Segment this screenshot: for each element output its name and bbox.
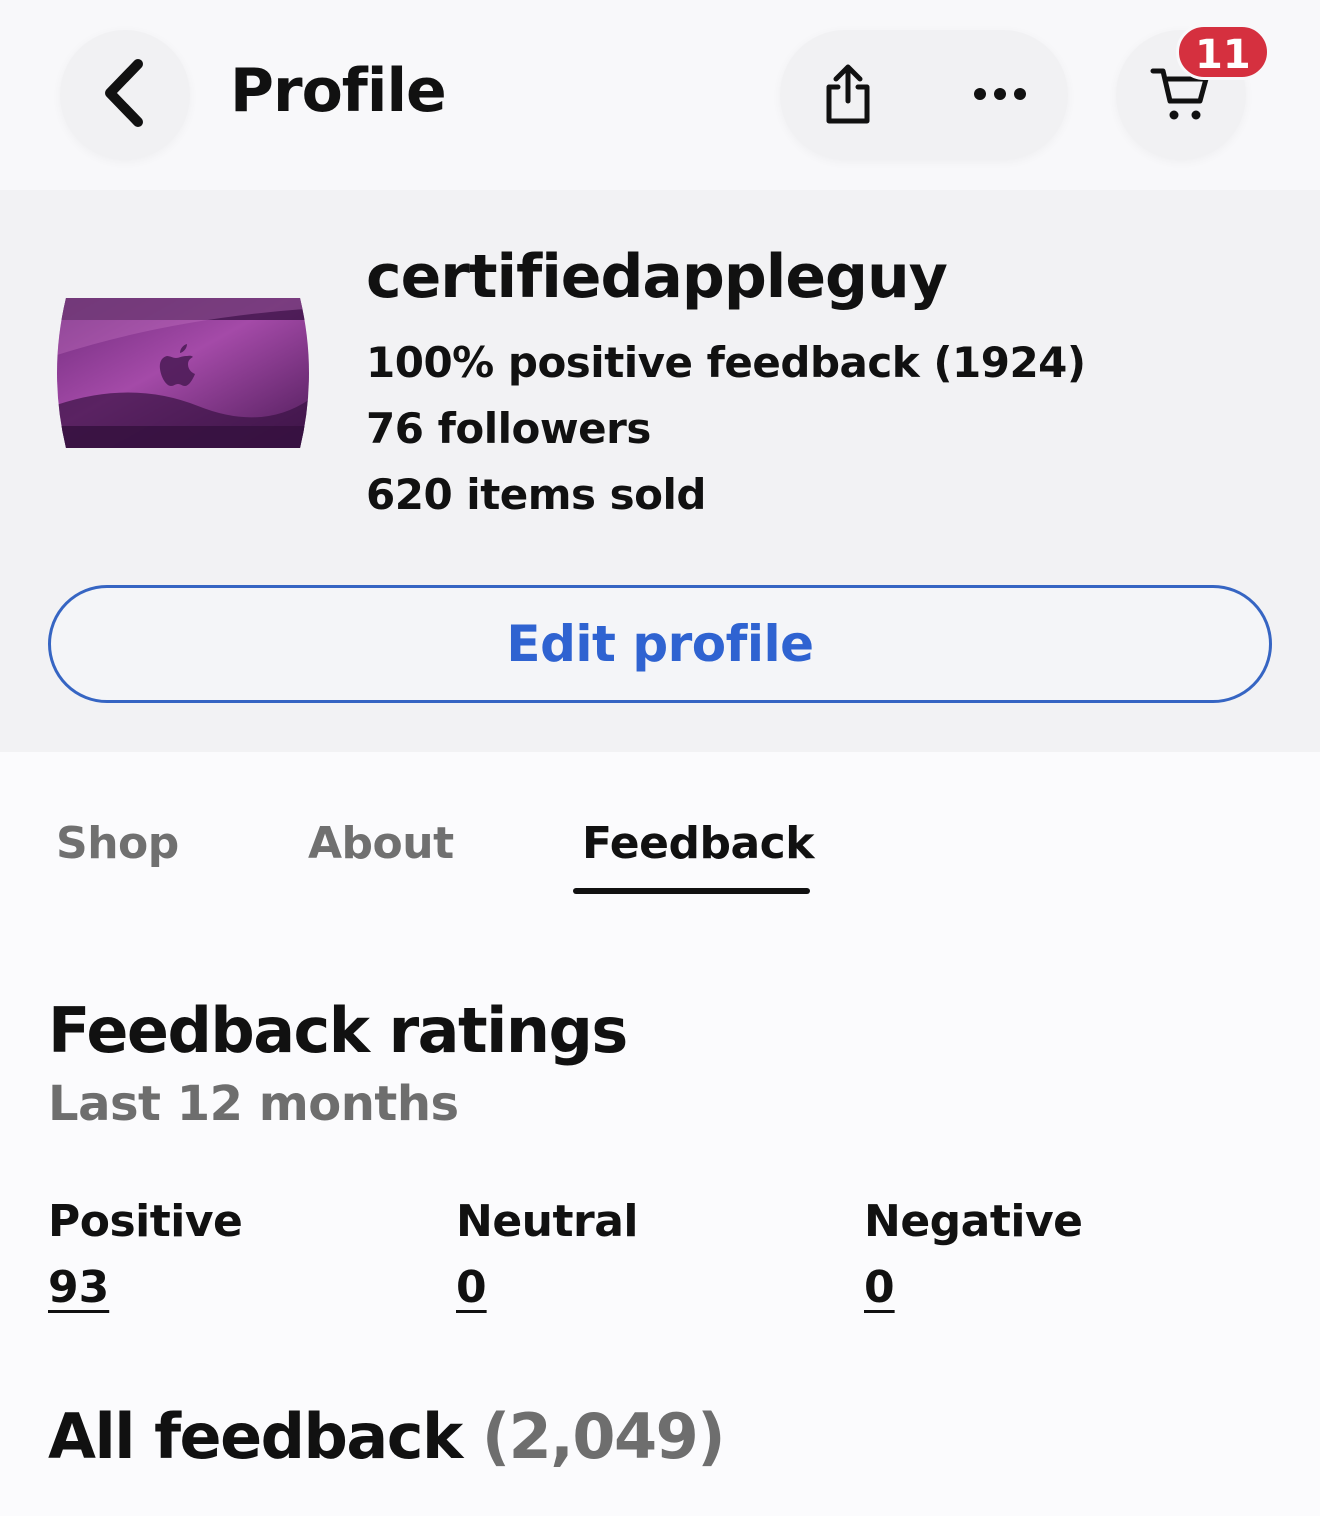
negative-count-link[interactable]: 0: [864, 1262, 895, 1313]
back-button[interactable]: [60, 30, 190, 160]
tab-about[interactable]: About: [308, 818, 454, 869]
chevron-left-icon: [100, 58, 150, 132]
profile-page: Profile 11 certifiedappleguy 100% positi…: [0, 0, 1320, 1516]
username: certifiedappleguy: [366, 242, 948, 312]
cart-count-badge: 11: [1176, 24, 1270, 80]
share-icon: [821, 61, 875, 129]
ellipsis-icon: [973, 86, 1027, 105]
tab-feedback[interactable]: Feedback: [582, 818, 814, 869]
neutral-label: Neutral: [456, 1196, 639, 1247]
positive-label: Positive: [48, 1196, 243, 1247]
all-feedback-heading: All feedback (2,049): [48, 1400, 726, 1473]
page-title: Profile: [230, 56, 447, 126]
action-pill: [780, 30, 1068, 160]
all-feedback-count: (2,049): [481, 1400, 726, 1473]
top-bar: Profile 11: [0, 0, 1320, 190]
negative-label: Negative: [864, 1196, 1083, 1247]
profile-avatar[interactable]: [48, 298, 318, 448]
feedback-summary[interactable]: 100% positive feedback (1924): [366, 338, 1086, 387]
more-options-button[interactable]: [960, 55, 1040, 135]
feedback-ratings-title: Feedback ratings: [48, 994, 628, 1067]
tab-shop[interactable]: Shop: [56, 818, 179, 869]
neutral-count-link[interactable]: 0: [456, 1262, 487, 1313]
all-feedback-label: All feedback: [48, 1400, 463, 1473]
followers-count[interactable]: 76 followers: [366, 404, 651, 453]
profile-header: certifiedappleguy 100% positive feedback…: [0, 190, 1320, 752]
ratings-period: Last 12 months: [48, 1076, 459, 1132]
active-tab-indicator: [573, 888, 810, 894]
edit-profile-button[interactable]: Edit profile: [48, 585, 1272, 703]
share-button[interactable]: [808, 55, 888, 135]
items-sold: 620 items sold: [366, 470, 706, 519]
positive-count-link[interactable]: 93: [48, 1262, 109, 1313]
